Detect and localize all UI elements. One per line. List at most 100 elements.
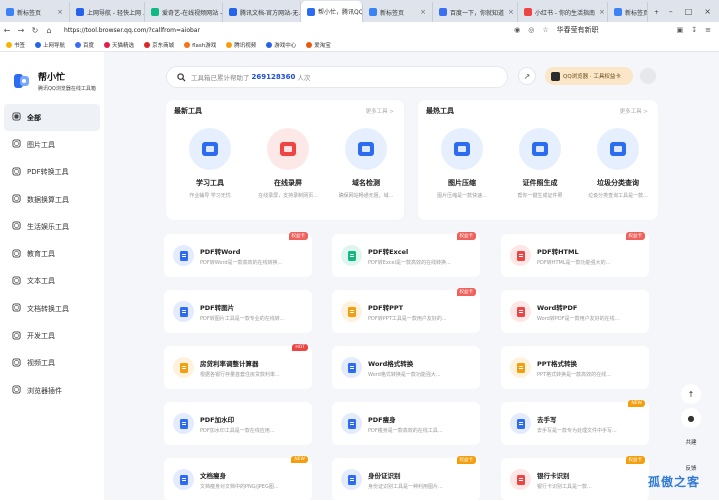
browser-tab[interactable]: 上网导航 - 轻快上网 ...× [70,2,145,22]
latest-more-link[interactable]: 更多工具 > [366,107,394,115]
menu-icon[interactable]: ≡ [705,26,711,34]
hot-more-link[interactable]: 更多工具 > [620,107,648,115]
close-window-icon[interactable]: × [704,7,711,16]
sidebar-item[interactable]: 浏览器插件 [4,377,100,404]
translate-icon[interactable]: ◎ [528,26,534,34]
search-input[interactable]: 工具箱已累计帮助了 269128360 人次 [166,66,508,88]
hot-news-label[interactable]: 华春莹有新职 [557,25,599,35]
brand[interactable]: 帮小忙 腾讯QQ浏览器在线工具箱 [12,70,96,92]
tool-card[interactable]: 房贷利率调整计算器 根据各银行存量首套住房贷款利率... HOT [164,344,312,389]
tool-card[interactable]: PDF瘦身 PDF瘦身是一款高效的在线工具... [332,402,480,445]
featured-tool[interactable]: 域名检测 确保网站畅通无阻，域... [330,122,402,212]
browser-tab[interactable]: 新标签页× [363,2,433,22]
sidebar-item-label: 教育工具 [27,250,55,259]
new-tab-button[interactable]: + [648,2,665,22]
tool-card-description: PDF瘦身是一款高效的在线工具... [368,428,443,434]
tool-card[interactable]: PDF转图片 PDF转图片工具是一款专业的在线转... [164,290,312,333]
sidebar-item[interactable]: 数据换算工具 [4,186,100,213]
home-icon[interactable]: ⌂ [42,26,56,35]
bookmark-label: 书签 [14,42,26,49]
minimize-icon[interactable]: – [669,7,673,16]
doc-icon [12,303,21,314]
bookmark-item[interactable]: 京东商城 [144,41,174,49]
refresh-icon[interactable]: ↻ [28,26,42,35]
maximize-icon[interactable]: □ [685,7,693,16]
featured-tool[interactable]: 证件照生成 帮你一键生成证件照 [504,122,576,212]
tool-card[interactable]: PDF转HTML PDF转HTML是一款功能强大的... 权益卡 [501,232,649,277]
tool-card[interactable]: 去手写 去手写是一款专为处理文件中手写... NEW [501,400,649,445]
tool-name: 证件照生成 [522,179,558,187]
tool-icon [519,128,561,170]
tool-card[interactable]: 身份证识别 身份证识别工具是一种利用图片... 权益卡 [332,456,480,501]
qq-benefit-card-button[interactable]: QQ浏览器 · 工具权益卡 [545,67,633,85]
bookmark-item[interactable]: 百度 [75,41,94,49]
tool-card-name: 身份证识别 [368,472,401,480]
life-icon [12,221,21,232]
sidebar-item[interactable]: 视频工具 [4,350,100,377]
sidebar-item[interactable]: 文档转换工具 [4,295,100,322]
tool-card[interactable]: Word格式转换 Word格式转换是一款功能强大... [332,346,480,389]
browser-tab[interactable]: 百度一下，你就知道 × [433,2,518,22]
browser-tab[interactable]: 新标签页× [0,2,70,22]
tool-card[interactable]: PPT格式转换 PPT格式转换是一款高效的在线... [501,346,649,389]
sidebar-item[interactable]: 全部 [4,104,100,132]
tab-close-icon[interactable]: × [53,8,63,16]
browser-tab[interactable]: 帮小忙，腾讯QQ浏览...× [301,1,363,22]
tab-close-icon[interactable]: × [504,8,514,16]
tool-card-description: PDF转HTML是一款功能强大的... [537,260,611,266]
tool-card[interactable]: PDF转Word PDF转Word是一款高效的在线转换... 权益卡 [164,232,312,277]
sidebar-item[interactable]: 教育工具 [4,240,100,267]
shield-icon[interactable]: ◉ [514,26,520,34]
bookmark-item[interactable]: 爱淘宝 [306,41,331,49]
tool-card[interactable]: 文档瘦身 文档瘦身对文档中的PNG/JPEG图... NEW [164,456,312,501]
url-field[interactable]: https://tool.browser.qq.com/?callfrom=ai… [64,27,200,34]
bookmark-item[interactable]: 上网导航 [35,41,65,49]
tab-close-icon[interactable]: × [416,8,426,16]
cobuild-button[interactable]: 共建 [680,438,702,446]
forward-icon[interactable]: → [14,26,28,35]
bookmark-item[interactable]: 腾讯视频 [226,41,256,49]
tool-card[interactable]: Word转PDF Word转PDF是一款用户友好的在线... [501,290,649,333]
featured-tool[interactable]: 学习工具 作业辅导 学习无忧 [174,122,246,212]
bookmark-item[interactable]: flash游戏 [184,41,216,49]
bookmark-item[interactable]: 游戏中心 [266,41,296,49]
browser-tab[interactable]: 小红书 - 你的生活指南 × [518,2,608,22]
sidebar-item[interactable]: 生活娱乐工具 [4,213,100,240]
sidebar-item[interactable]: 文本工具 [4,268,100,295]
bookmark-label: flash游戏 [192,42,217,49]
sidebar-item[interactable]: PDF转换工具 [4,159,100,186]
notification-button[interactable]: ● [680,408,702,428]
browser-tab[interactable]: 腾讯文档-官方网站-无...× [223,2,301,22]
extensions-icon[interactable]: ▣ [677,26,684,34]
bookmark-item[interactable]: 书签 [6,41,25,49]
tool-card[interactable]: PDF加水印 PDF加水印工具是一款在线应用... [164,402,312,445]
dev-icon [12,330,21,342]
tab-label: 腾讯文档-官方网站-无... [240,9,301,17]
bookmark-icon [266,41,273,48]
avatar[interactable] [640,68,656,84]
share-icon[interactable]: ↗ [518,67,536,85]
plugin-icon [12,385,21,396]
star-icon[interactable]: ☆ [542,26,548,34]
feedback-button[interactable]: 反馈 [680,464,702,472]
calc-icon [12,194,21,205]
tab-close-icon[interactable]: × [595,8,605,16]
tool-card[interactable]: PDF转Excel PDF转Excel是一款高效的在线转换... 权益卡 [332,232,480,277]
tool-card-icon [173,301,194,322]
back-to-top-button[interactable]: ↑ [680,384,702,404]
sidebar-item[interactable]: 开发工具 [4,322,100,349]
featured-tool[interactable]: 图片压缩 图片压缩是一款快速... [426,122,498,212]
tool-card[interactable]: 银行卡识别 银行卡识别工具是一款... 权益卡 [501,456,649,501]
featured-tool[interactable]: 在线录屏 在线录屏，支持录制网页... [252,122,324,212]
download-icon[interactable]: ↧ [691,26,697,34]
tool-card-icon [510,245,531,266]
tool-card[interactable]: PDF转PPT PDF转PPT工具是一款用户友好的... 权益卡 [332,288,480,333]
sidebar-item[interactable]: 图片工具 [4,131,100,158]
browser-tab[interactable]: 新标签页× [608,2,648,22]
featured-tool[interactable]: 垃圾分类查询 垃圾分类查询工具是一款... [582,122,654,212]
browser-tab[interactable]: 爱奇艺-在线视频网站 -× [145,2,223,22]
bookmark-item[interactable]: 天猫精选 [104,41,134,49]
tool-card-description: PDF转Excel是一款高效的在线转换... [368,260,451,266]
back-icon[interactable]: ← [0,26,14,35]
sidebar-item-label: 文本工具 [27,277,55,286]
